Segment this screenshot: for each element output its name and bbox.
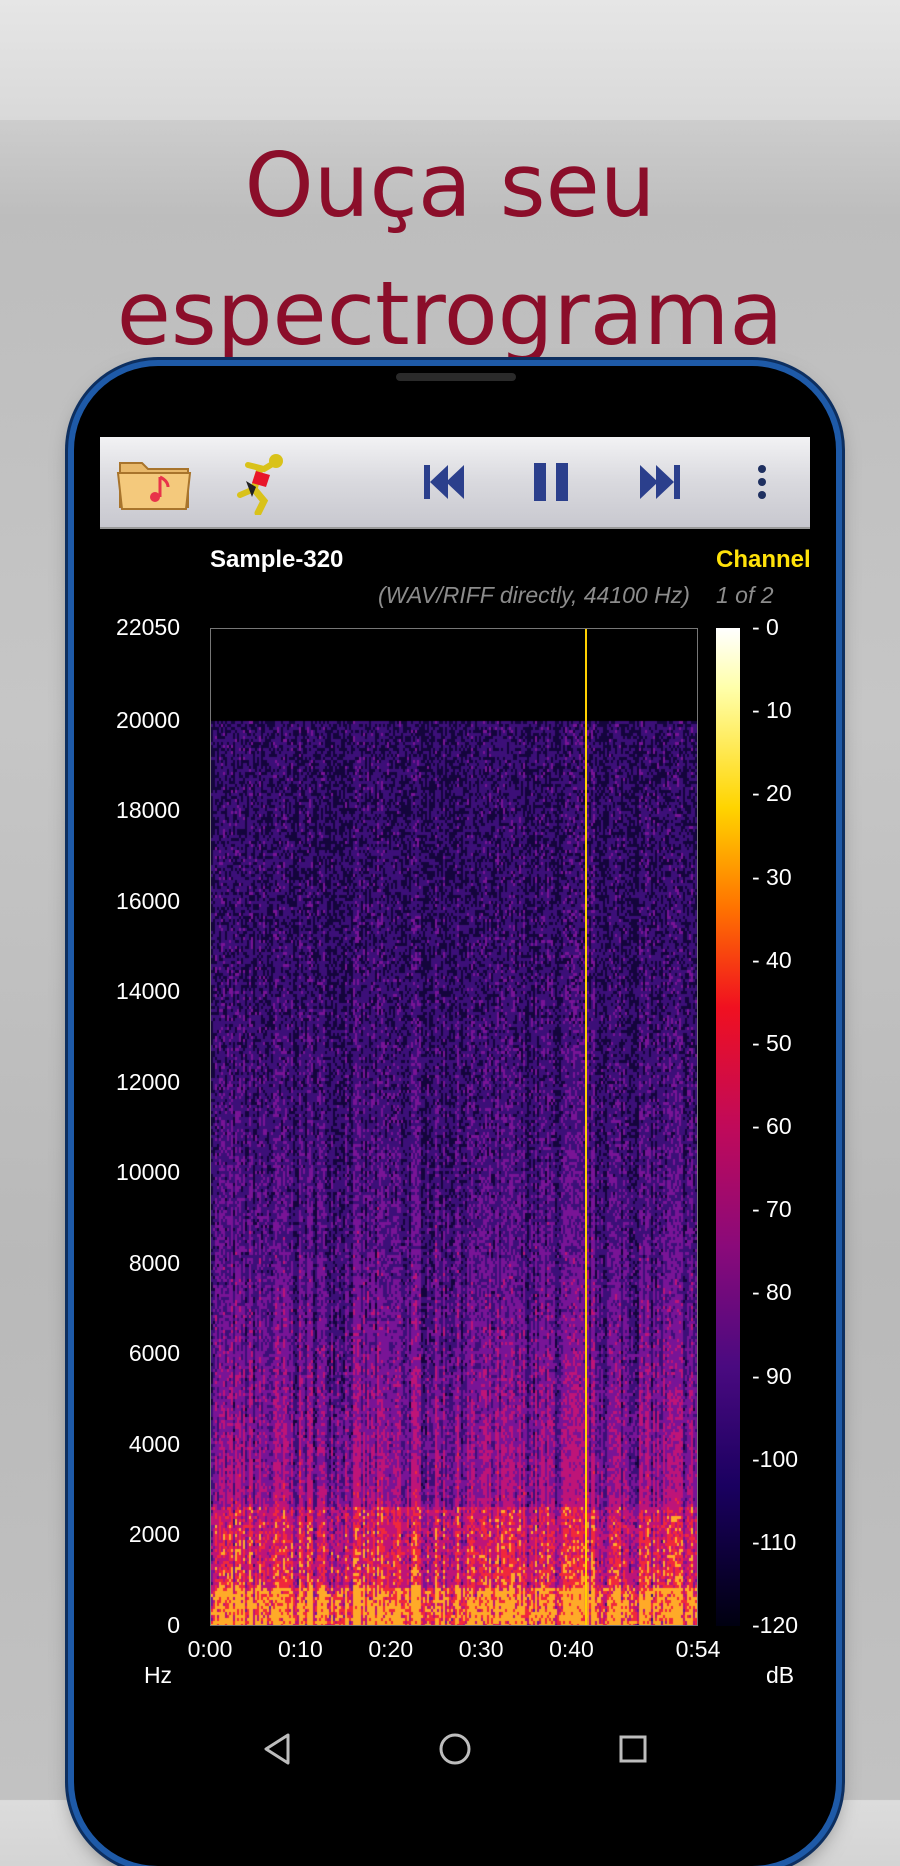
more-vert-icon[interactable] (752, 459, 772, 505)
channel-value: 1 of 2 (716, 582, 774, 608)
y-tick-label: 4000 (128, 1430, 180, 1457)
file-info: (WAV/RIFF directly, 44100 Hz) (378, 582, 690, 608)
colorbar (716, 628, 740, 1626)
x-tick-label: 0:54 (675, 1636, 721, 1662)
y-tick-label: 10000 (116, 1159, 180, 1186)
y-tick-label: 16000 (116, 887, 180, 914)
file-title: Sample-320 (210, 546, 344, 573)
colorbar-tick-label: - 90 (752, 1362, 792, 1389)
y-tick-label: 12000 (116, 1068, 180, 1095)
folder-music-icon[interactable] (116, 451, 194, 513)
skip-previous-icon[interactable] (420, 459, 468, 505)
header-band (0, 0, 900, 120)
colorbar-tick-label: - 30 (752, 863, 792, 890)
colorbar-tick-label: -110 (752, 1528, 797, 1555)
colorbar-tick-label: - 70 (752, 1196, 792, 1223)
colorbar-tick-label: - 40 (752, 946, 792, 973)
x-tick-label: 0:20 (368, 1636, 414, 1662)
colorbar-tick-label: - 80 (752, 1279, 792, 1306)
pause-icon[interactable] (528, 459, 574, 505)
headline-line-1: Ouça seu (244, 134, 656, 237)
recents-icon[interactable] (618, 1734, 648, 1764)
colorbar-tick-label: -100 (752, 1445, 799, 1472)
x-tick-label: 0:30 (458, 1636, 504, 1662)
channel-button[interactable]: Channel (716, 546, 811, 574)
x-tick-label: 0:10 (277, 1636, 323, 1662)
y-tick-label: 6000 (128, 1340, 180, 1367)
colorbar-tick-label: - 0 (752, 614, 779, 640)
android-nav-bar (74, 1700, 836, 1800)
x-tick-label: 0:00 (187, 1636, 233, 1662)
colorbar-tick-label: - 50 (752, 1029, 792, 1056)
colorbar-unit: dB (766, 1662, 795, 1688)
y-tick-label: 18000 (116, 797, 180, 824)
y-tick-label: 20000 (116, 706, 180, 733)
skip-next-icon[interactable] (636, 459, 684, 505)
phone-speaker (396, 373, 516, 381)
colorbar-tick-label: - 60 (752, 1113, 792, 1139)
y-tick-label: 8000 (128, 1249, 180, 1276)
runner-icon[interactable] (230, 451, 290, 515)
y-tick-label: 22050 (116, 614, 180, 640)
y-tick-label: 0 (167, 1612, 180, 1638)
y-axis-unit: Hz (143, 1662, 173, 1688)
back-icon[interactable] (262, 1732, 292, 1766)
x-tick-label: 0:40 (549, 1636, 594, 1662)
spectrogram-canvas (211, 629, 697, 1625)
spectrogram-plot[interactable] (210, 628, 698, 1626)
y-tick-label: 2000 (128, 1521, 180, 1548)
home-icon[interactable] (438, 1732, 472, 1766)
colorbar-tick-label: -120 (752, 1612, 799, 1638)
playhead-line[interactable] (584, 629, 587, 1625)
y-tick-label: 14000 (116, 978, 180, 1005)
headline-line-2: espectrograma (116, 262, 784, 365)
toolbar (100, 437, 810, 529)
colorbar-tick-label: - 10 (752, 697, 792, 724)
headline: Ouça seu espectrograma (0, 122, 900, 378)
colorbar-tick-label: - 20 (752, 780, 792, 807)
